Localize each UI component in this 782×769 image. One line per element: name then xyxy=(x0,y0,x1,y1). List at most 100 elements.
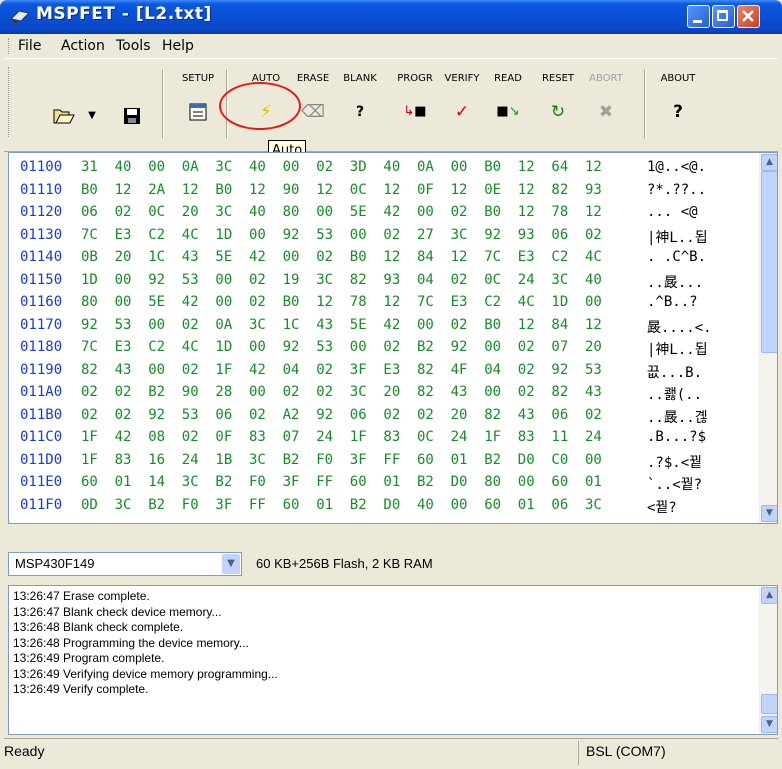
hex-byte: 42 xyxy=(383,204,401,220)
hex-byte: 3F xyxy=(282,474,300,490)
hex-row[interactable]: 01140 0B 20 1C 43 5E 42 00 02 B0 12 84 12 7C E3 C2 4C . .… xyxy=(9,249,759,269)
hex-row[interactable]: 011D0 1F 83 16 24 1B 3C B2 F0 3F FF 60 01 B2 D0 C0 00 .?$… xyxy=(9,452,759,472)
hex-byte: 12 xyxy=(114,181,132,198)
hex-byte: 02 xyxy=(450,271,468,288)
hex-address: 011A0 xyxy=(20,384,63,400)
scroll-thumb[interactable] xyxy=(761,171,777,353)
hex-byte: 92 xyxy=(148,271,166,288)
hex-byte: 24 xyxy=(450,429,468,445)
device-select[interactable]: MSP430F149 ▼ xyxy=(8,552,242,576)
hex-byte: 78 xyxy=(551,204,569,220)
about-button[interactable]: ABOUT ? xyxy=(654,63,702,143)
log-line: 13:26:48 Blank check complete. xyxy=(13,620,184,634)
menu-grip[interactable] xyxy=(8,38,12,54)
hex-byte: 0B xyxy=(81,249,98,265)
hex-byte: 42 xyxy=(249,249,266,265)
hex-row[interactable]: 01110 B0 12 2A 12 B0 12 90 12 0C 12 0F 12 0E 12 82 93 ?*.… xyxy=(9,182,759,202)
hex-byte: 28 xyxy=(215,384,233,400)
hex-row[interactable]: 01100 31 40 00 0A 3C 40 00 02 3D 40 0A 00 B0 12 64 12 1@.… xyxy=(9,159,759,179)
hex-byte: F0 xyxy=(181,496,199,513)
menu-file[interactable]: File xyxy=(18,38,41,54)
scroll-up-button[interactable]: ▲ xyxy=(761,154,777,171)
close-button[interactable] xyxy=(737,5,760,28)
hex-byte: 00 xyxy=(417,204,434,220)
window-title: MSPFET - [L2.txt] xyxy=(36,4,212,24)
hex-byte: 12 xyxy=(383,294,401,310)
verify-button[interactable]: VERIFY ✓ xyxy=(440,63,484,143)
hex-row[interactable]: 01160 80 00 5E 42 00 02 B0 12 78 12 7C E3 C2 4C 1D 00 .^B… xyxy=(9,294,759,314)
program-icon: ↳■ xyxy=(403,104,427,119)
hex-byte: 00 xyxy=(215,294,233,310)
open-dropdown-button[interactable]: ▼ xyxy=(84,63,100,143)
read-button[interactable]: READ ■↘ xyxy=(486,63,530,143)
hex-byte: 4C xyxy=(181,339,199,355)
hex-byte: 0A xyxy=(215,316,233,333)
hex-byte: 53 xyxy=(585,361,602,378)
hex-byte: 60 xyxy=(81,474,98,490)
hex-byte: 01 xyxy=(517,496,535,513)
reset-button[interactable]: RESET ↻ xyxy=(536,63,580,143)
hex-byte: 80 xyxy=(282,204,300,220)
hex-row[interactable]: 01150 1D 00 92 53 00 02 19 3C 82 93 04 02 0C 24 3C 40 ..晸… xyxy=(9,272,759,292)
hex-ascii: `..<꿭? xyxy=(647,477,703,493)
hex-row[interactable]: 01170 92 53 00 02 0A 3C 1C 43 5E 42 00 02 B0 12 84 12 晸..… xyxy=(9,317,759,337)
menu-tools[interactable]: Tools xyxy=(116,38,151,54)
hex-byte: 43 xyxy=(114,361,132,378)
log-line: 13:26:49 Program complete. xyxy=(13,651,165,665)
hex-byte: 42 xyxy=(181,294,199,310)
hex-byte: 90 xyxy=(282,181,300,198)
hex-row[interactable]: 011A0 02 02 B2 90 28 00 02 02 3C 20 82 43 00 02 82 43 ..쾛… xyxy=(9,384,759,404)
log-output[interactable]: 13:26:49 Verify complete. 13:26:49 Verify… xyxy=(8,585,778,735)
hex-byte: 92 xyxy=(551,361,569,378)
hex-byte: 53 xyxy=(181,271,199,288)
toolbar-grip[interactable] xyxy=(8,67,12,137)
log-vertical-scrollbar[interactable]: ▲ ▼ xyxy=(759,586,777,734)
hex-ascii: ..晸..곊 xyxy=(647,409,708,426)
hex-address: 01110 xyxy=(20,181,63,198)
hex-row[interactable]: 01180 7C E3 C2 4C 1D 00 92 53 00 02 B2 92 00 02 07 20 |神L… xyxy=(9,339,759,359)
hex-byte: 43 xyxy=(181,249,199,265)
hex-byte: 12 xyxy=(517,181,535,198)
log-scroll-thumb[interactable] xyxy=(761,694,777,714)
status-bar: Ready BSL (COM7) xyxy=(4,738,778,767)
hex-row[interactable]: 01130 7C E3 C2 4C 1D 00 92 53 00 02 27 3C 92 93 06 02 |神L… xyxy=(9,227,759,247)
hex-byte: 43 xyxy=(450,384,468,400)
hex-byte: 5E xyxy=(349,204,367,220)
hex-row[interactable]: 011C0 1F 42 08 02 0F 83 07 24 1F 83 0C 24 1F 83 11 24 .B.… xyxy=(9,429,759,449)
hex-memory-view[interactable]: 011F0 0D 3C B2 F0 3F FF 60 01 B2 D0 40 00 60 01 06 3C <꿭?… xyxy=(8,152,778,524)
hex-byte: 7C xyxy=(484,249,502,265)
blank-button[interactable]: BLANK ? xyxy=(338,63,382,143)
progr-button[interactable]: PROGR ↳■ xyxy=(393,63,437,143)
hex-byte: 2A xyxy=(148,181,166,198)
hex-row[interactable]: 01120 06 02 0C 20 3C 40 80 00 5E 42 00 02 B0 12 78 12...… xyxy=(9,204,759,224)
hex-byte: 43 xyxy=(517,406,535,423)
menu-action[interactable]: Action xyxy=(61,38,105,54)
hex-vertical-scrollbar[interactable]: ▲ ▼ xyxy=(759,153,777,523)
save-button[interactable] xyxy=(112,63,152,143)
hex-row[interactable]: 011E0 60 01 14 3C B2 F0 3F FF 60 01 B2 D0 80 00 60 01 `..… xyxy=(9,474,759,494)
hex-byte: 02 xyxy=(316,159,334,175)
hex-address: 01170 xyxy=(20,316,63,333)
open-button[interactable] xyxy=(44,63,84,143)
setup-button[interactable]: SETUP xyxy=(176,63,220,143)
hex-row[interactable]: 011F0 0D 3C B2 F0 3F FF 60 01 B2 D0 40 00 60 01 06 3C <꿭? xyxy=(9,497,759,517)
hex-byte: 3C xyxy=(349,384,367,400)
hex-byte: FF xyxy=(316,474,334,490)
minimize-button[interactable] xyxy=(687,5,710,28)
log-scroll-up-button[interactable]: ▲ xyxy=(761,587,777,604)
hex-byte: D0 xyxy=(517,451,535,468)
hex-row[interactable]: 01190 82 43 00 02 1F 42 04 02 3F E3 82 4F 04 02 92 53 끖..… xyxy=(9,362,759,382)
log-scroll-down-button[interactable]: ▼ xyxy=(761,716,777,733)
chevron-down-icon[interactable]: ▼ xyxy=(222,554,240,574)
erase-icon: ⌫ xyxy=(300,102,326,122)
title-bar[interactable]: MSPFET - [L2.txt] xyxy=(0,0,782,34)
hex-byte: 00 xyxy=(148,361,166,378)
scroll-down-button[interactable]: ▼ xyxy=(761,505,777,522)
hex-byte: 04 xyxy=(417,271,434,288)
hex-byte: 24 xyxy=(316,429,334,445)
hex-row[interactable]: 011B0 02 02 92 53 06 02 A2 92 06 02 02 20 82 43 06 02 ..晸… xyxy=(9,407,759,427)
menu-help[interactable]: Help xyxy=(162,38,194,54)
maximize-button[interactable] xyxy=(712,5,735,28)
hex-byte: 02 xyxy=(517,361,535,378)
hex-byte: 06 xyxy=(551,226,569,243)
